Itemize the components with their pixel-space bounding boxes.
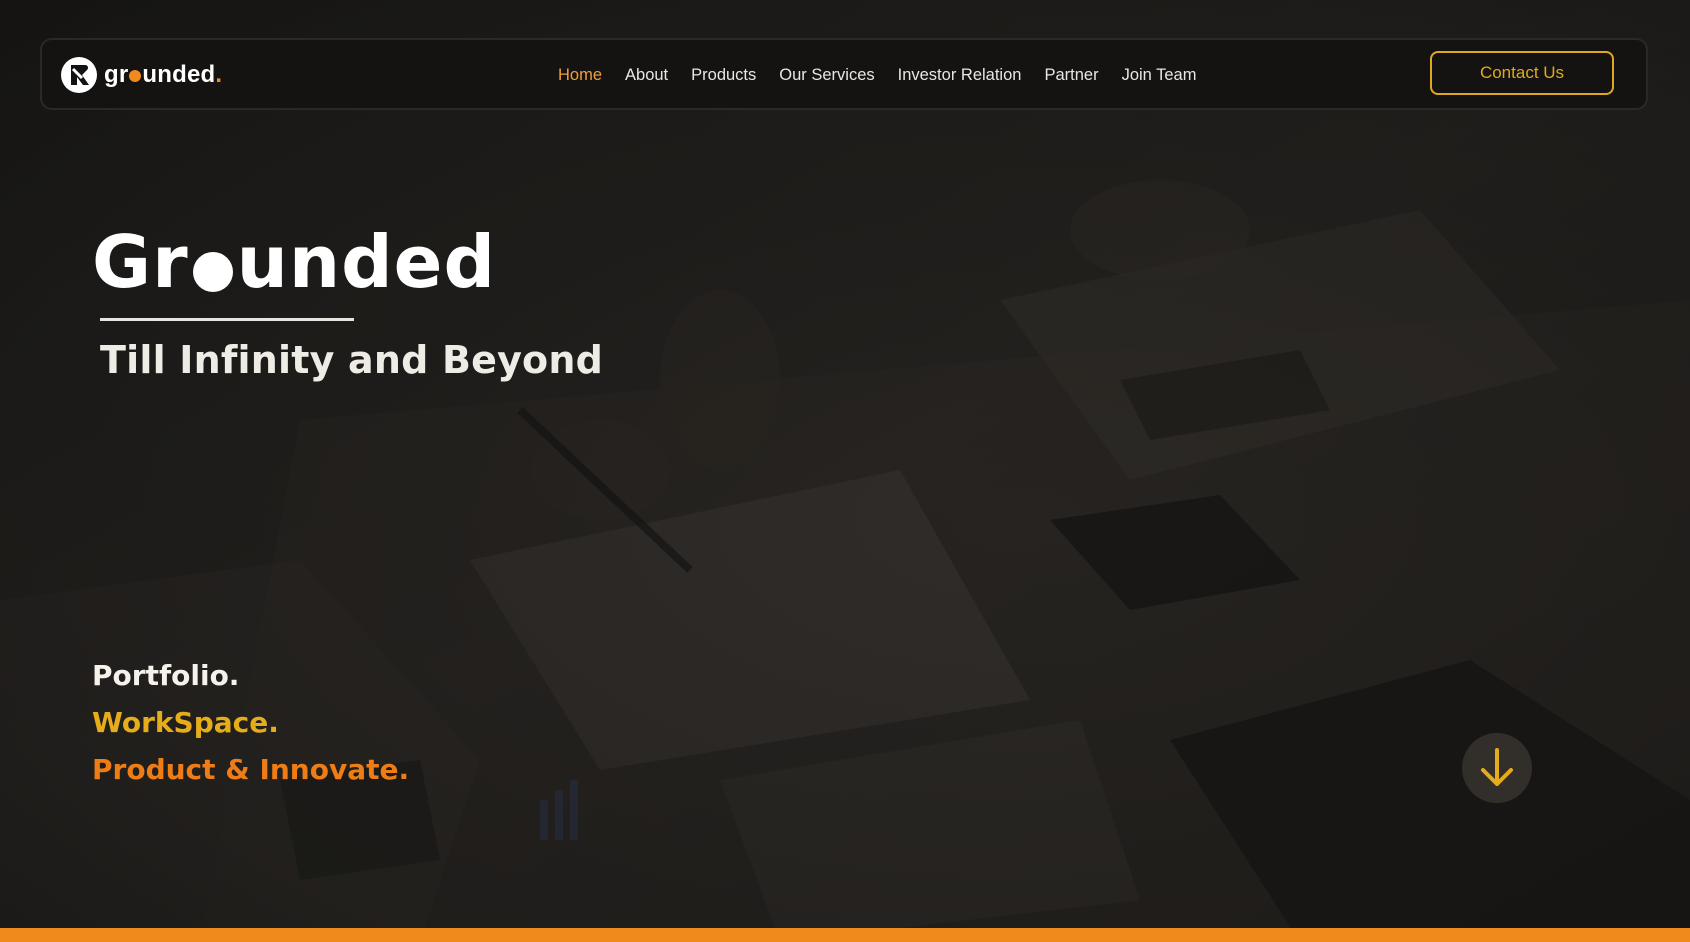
hero-title-suffix: unded xyxy=(236,220,497,304)
brand-logo[interactable]: gr unded. xyxy=(60,55,222,95)
nav-item-home[interactable]: Home xyxy=(558,66,602,85)
nav-item-about[interactable]: About xyxy=(625,66,668,85)
hero-tagline: Till Infinity and Beyond xyxy=(100,338,604,382)
brand-name-prefix: gr xyxy=(104,61,129,88)
hero-title: Gr unded xyxy=(92,226,496,298)
nav-item-join-team[interactable]: Join Team xyxy=(1122,66,1197,85)
feature-workspace: WorkSpace. xyxy=(92,706,279,739)
feature-list: Portfolio. WorkSpace. Product & Innovate… xyxy=(92,652,409,793)
nav-item-partner[interactable]: Partner xyxy=(1044,66,1098,85)
arrow-down-icon xyxy=(1481,748,1513,786)
scroll-down-button[interactable] xyxy=(1462,733,1532,803)
brand-name: gr unded. xyxy=(104,61,222,89)
top-navbar: gr unded. Home About Products Our Service… xyxy=(40,38,1648,110)
title-underline xyxy=(100,318,354,321)
hero-overlay xyxy=(0,0,1690,942)
feature-product-innovate: Product & Innovate. xyxy=(92,753,410,786)
title-dot-icon xyxy=(192,252,233,292)
brand-name-suffix: unded xyxy=(142,61,216,88)
contact-us-button[interactable]: Contact Us xyxy=(1430,51,1614,95)
nav-item-products[interactable]: Products xyxy=(691,66,756,85)
hero-title-prefix: Gr xyxy=(92,220,189,304)
brand-dot-icon xyxy=(129,70,142,82)
grounded-logo-icon xyxy=(61,57,97,93)
nav-item-our-services[interactable]: Our Services xyxy=(779,66,874,85)
nav-links: Home About Products Our Services Investo… xyxy=(558,40,1219,110)
brand-period: . xyxy=(215,61,223,88)
feature-portfolio: Portfolio. xyxy=(92,659,240,692)
bottom-accent-bar xyxy=(0,928,1690,942)
nav-item-investor-relation[interactable]: Investor Relation xyxy=(898,66,1022,85)
